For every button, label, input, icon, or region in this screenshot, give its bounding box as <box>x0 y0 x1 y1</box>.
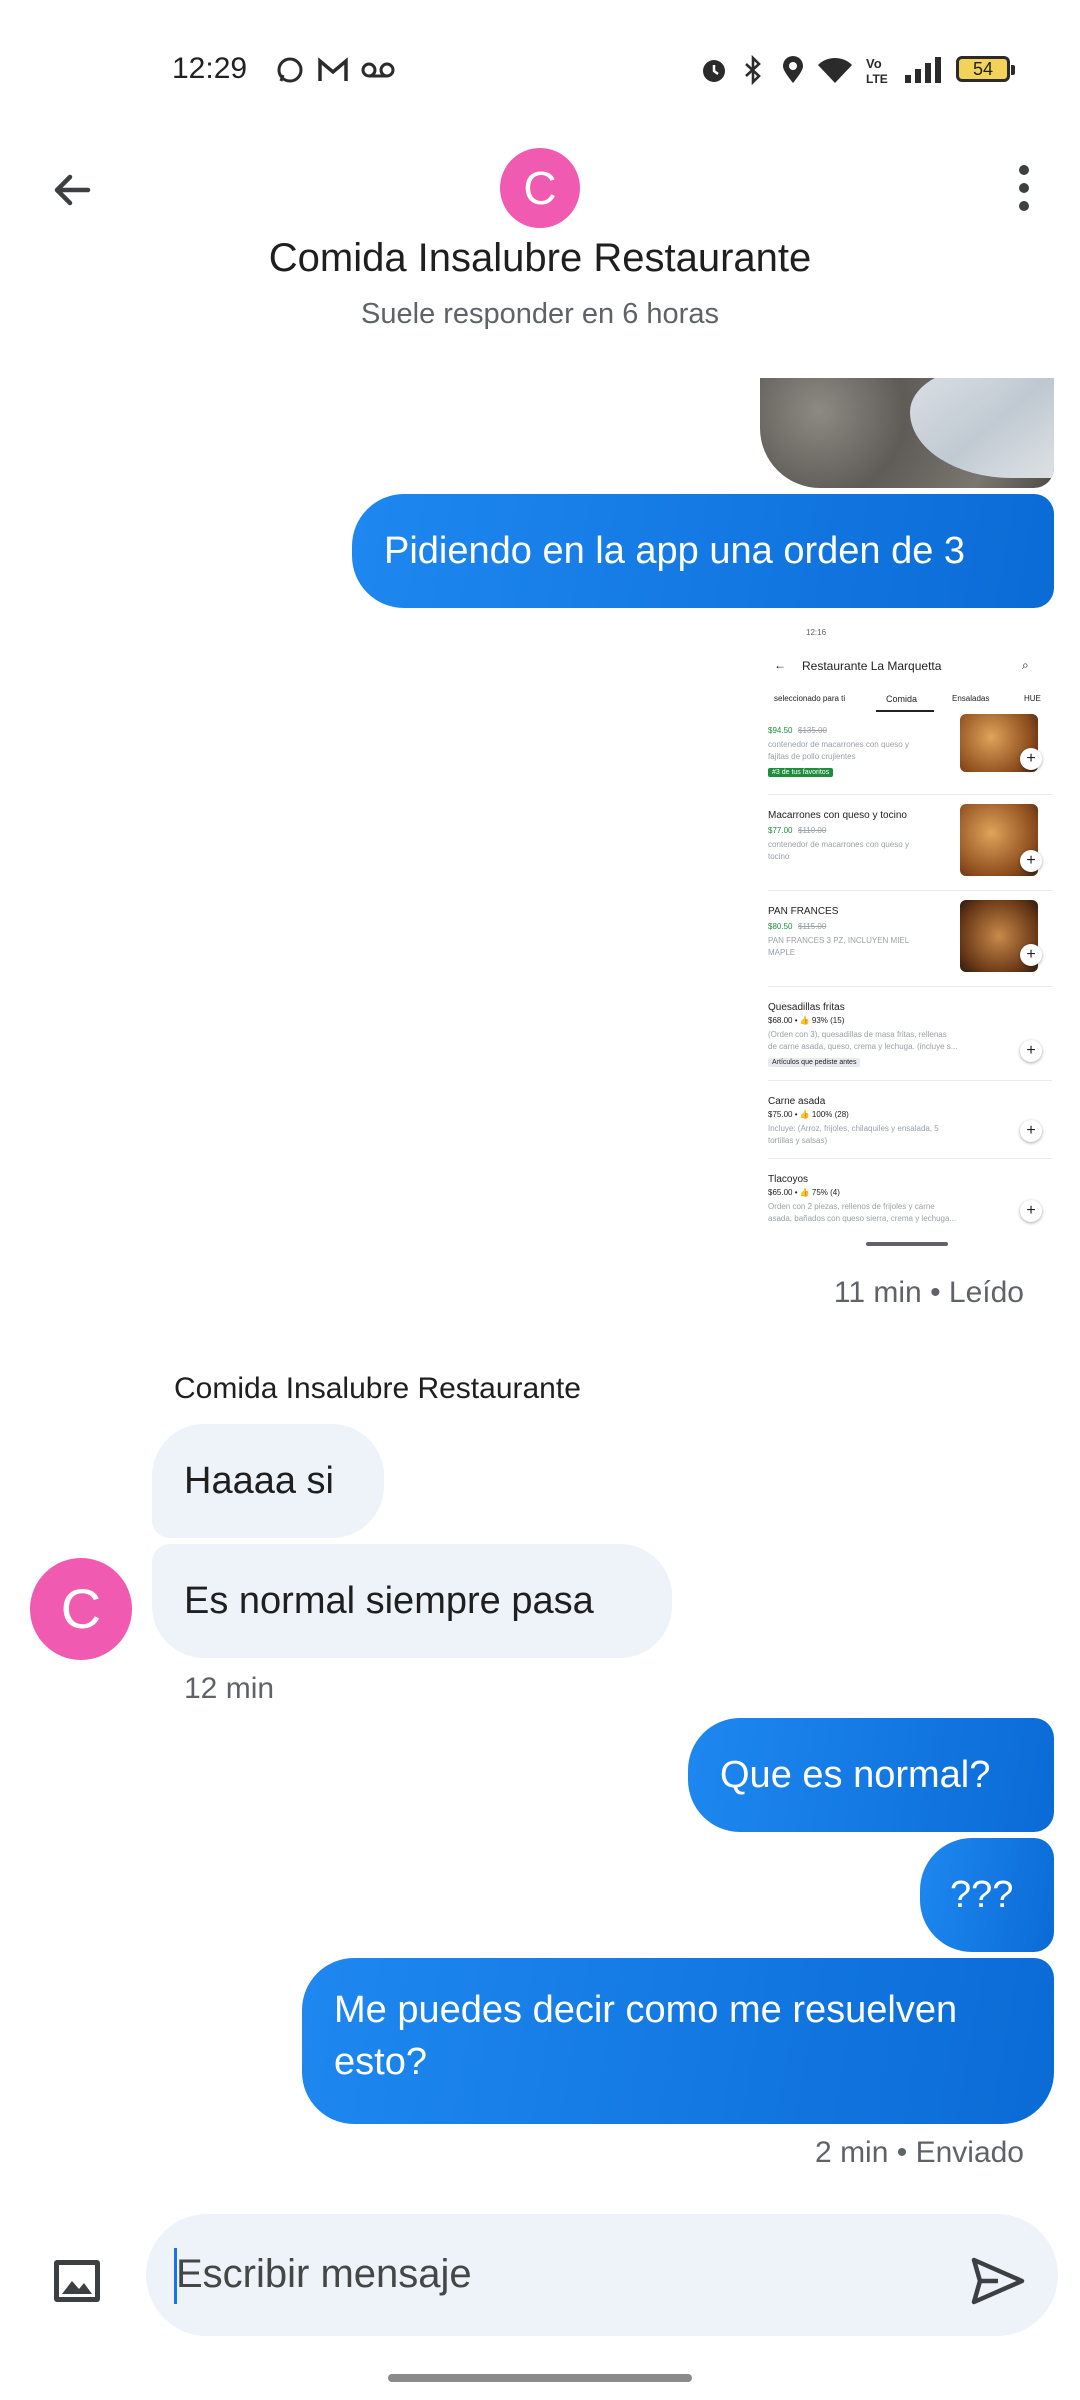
screenshot-item-price: $65.00 • 👍 75% (4) <box>768 1188 840 1197</box>
screenshot-item-desc: (Orden con 3), quesadillas de masa frita… <box>768 1030 947 1039</box>
message-input-placeholder: Escribir mensaje <box>176 2252 472 2296</box>
wifi-icon <box>816 54 854 86</box>
screenshot-item-name: PAN FRANCES <box>768 906 839 917</box>
bluetooth-icon <box>738 54 768 86</box>
screenshot-item-desc: tortillas y salsas) <box>768 1136 828 1145</box>
screenshot-badge: Artículos que pediste antes <box>768 1058 861 1067</box>
screenshot-tab: seleccionado para ti <box>774 694 846 703</box>
alarm-icon <box>698 54 730 86</box>
voicemail-icon <box>360 54 396 86</box>
screenshot-status-time: 12:16 <box>806 628 827 637</box>
outgoing-message[interactable]: Pidiendo en la app una orden de 3 <box>352 494 1054 608</box>
screenshot-item-desc: PAN FRANCES 3 PZ, INCLUYEN MIEL <box>768 936 910 945</box>
incoming-message[interactable]: Haaaa si <box>152 1424 384 1538</box>
screenshot-item-price: $80.50 <box>768 922 793 931</box>
message-input[interactable]: Escribir mensaje <box>146 2214 1058 2336</box>
screenshot-tab: Ensaladas <box>952 694 990 703</box>
screenshot-add-icon: + <box>1020 944 1042 966</box>
screenshot-add-icon: + <box>1020 1040 1042 1062</box>
screenshot-item-price: $75.00 • 👍 100% (28) <box>768 1110 849 1119</box>
screenshot-item-name: Tlacoyos <box>768 1174 809 1185</box>
screenshot-item-desc: fajitas de pollo crujientes <box>768 752 856 761</box>
screenshot-add-icon: + <box>1020 850 1042 872</box>
screenshot-add-icon: + <box>1020 748 1042 770</box>
screenshot-item-price: $68.00 • 👍 93% (15) <box>768 1016 845 1025</box>
incoming-message[interactable]: Es normal siempre pasa <box>152 1544 672 1658</box>
screenshot-item-desc: MAPLE <box>768 948 796 957</box>
image-attachment-screenshot[interactable]: 12:16 ← Restaurante La Marquetta ⌕ selec… <box>758 614 1052 1254</box>
incoming-time: 12 min <box>184 1672 275 1705</box>
whatsapp-icon <box>274 54 306 86</box>
screenshot-item-desc: contenedor de macarrones con queso y <box>768 840 909 849</box>
contact-name[interactable]: Comida Insalubre Restaurante <box>0 236 1080 281</box>
back-arrow-icon[interactable] <box>40 158 104 222</box>
screenshot-title: Restaurante La Marquetta <box>802 659 942 673</box>
screenshot-add-icon: + <box>1020 1120 1042 1142</box>
screenshot-item-desc: tocino <box>768 852 790 861</box>
incoming-avatar[interactable]: C <box>30 1558 132 1660</box>
screenshot-item-desc: contenedor de macarrones con queso y <box>768 740 909 749</box>
previous-image-attachment[interactable] <box>760 378 1054 488</box>
send-icon[interactable] <box>966 2250 1028 2312</box>
screenshot-item-desc: asada, bañados con queso sierra, crema y… <box>768 1214 957 1223</box>
signal-icon <box>902 54 944 86</box>
screenshot-badge: #3 de tus favoritos <box>768 768 834 777</box>
home-gesture-bar[interactable] <box>388 2374 692 2382</box>
contact-avatar[interactable]: C <box>500 148 580 228</box>
outgoing-message[interactable]: ??? <box>920 1838 1054 1952</box>
screenshot-item-name: Quesadillas fritas <box>768 1002 845 1013</box>
svg-text:Vo: Vo <box>866 56 882 71</box>
outgoing-message[interactable]: Que es normal? <box>688 1718 1054 1832</box>
screenshot-item-old-price: $135.00 <box>798 726 827 735</box>
screenshot-item-desc: de carne asada, queso, crema y lechuga. … <box>768 1042 958 1051</box>
status-time: 12:29 <box>172 52 248 85</box>
screenshot-item-desc: Incluye: (Arroz, frijoles, chilaquiles y… <box>768 1124 939 1133</box>
screenshot-item-name: Carne asada <box>768 1096 826 1107</box>
outgoing-message[interactable]: Me puedes decir como me resuelven esto? <box>302 1958 1054 2124</box>
screenshot-search-icon: ⌕ <box>1022 658 1029 672</box>
screenshot-item-price: $77.00 <box>768 826 793 835</box>
gallery-icon[interactable] <box>50 2254 104 2308</box>
response-time-note: Suele responder en 6 horas <box>361 298 719 330</box>
screenshot-back-arrow-icon: ← <box>774 658 786 672</box>
message-meta-sent: 2 min • Enviado <box>815 2136 1024 2169</box>
gmail-icon <box>316 54 350 86</box>
more-vert-icon[interactable] <box>1004 160 1044 220</box>
screenshot-item-old-price: $110.00 <box>798 826 827 835</box>
screenshot-item-desc: Orden con 2 piezas, rellenos de frijoles… <box>768 1202 935 1211</box>
location-icon <box>778 54 808 86</box>
sender-name: Comida Insalubre Restaurante <box>174 1372 581 1405</box>
message-meta-read: 11 min • Leído <box>833 1276 1024 1309</box>
battery-indicator: 54 <box>956 56 1015 82</box>
screenshot-home-bar <box>866 1242 948 1246</box>
screenshot-tab-active: Comida <box>886 694 918 704</box>
screenshot-tab: HUE <box>1024 694 1041 703</box>
screenshot-item-name: Macarrones con queso y tocino <box>768 810 907 821</box>
screenshot-add-icon: + <box>1020 1200 1042 1222</box>
screenshot-item-price: $94.50 <box>768 726 793 735</box>
screenshot-item-old-price: $115.00 <box>798 922 827 931</box>
svg-text:LTE: LTE <box>866 72 888 86</box>
volte-icon: Vo LTE <box>864 54 892 86</box>
